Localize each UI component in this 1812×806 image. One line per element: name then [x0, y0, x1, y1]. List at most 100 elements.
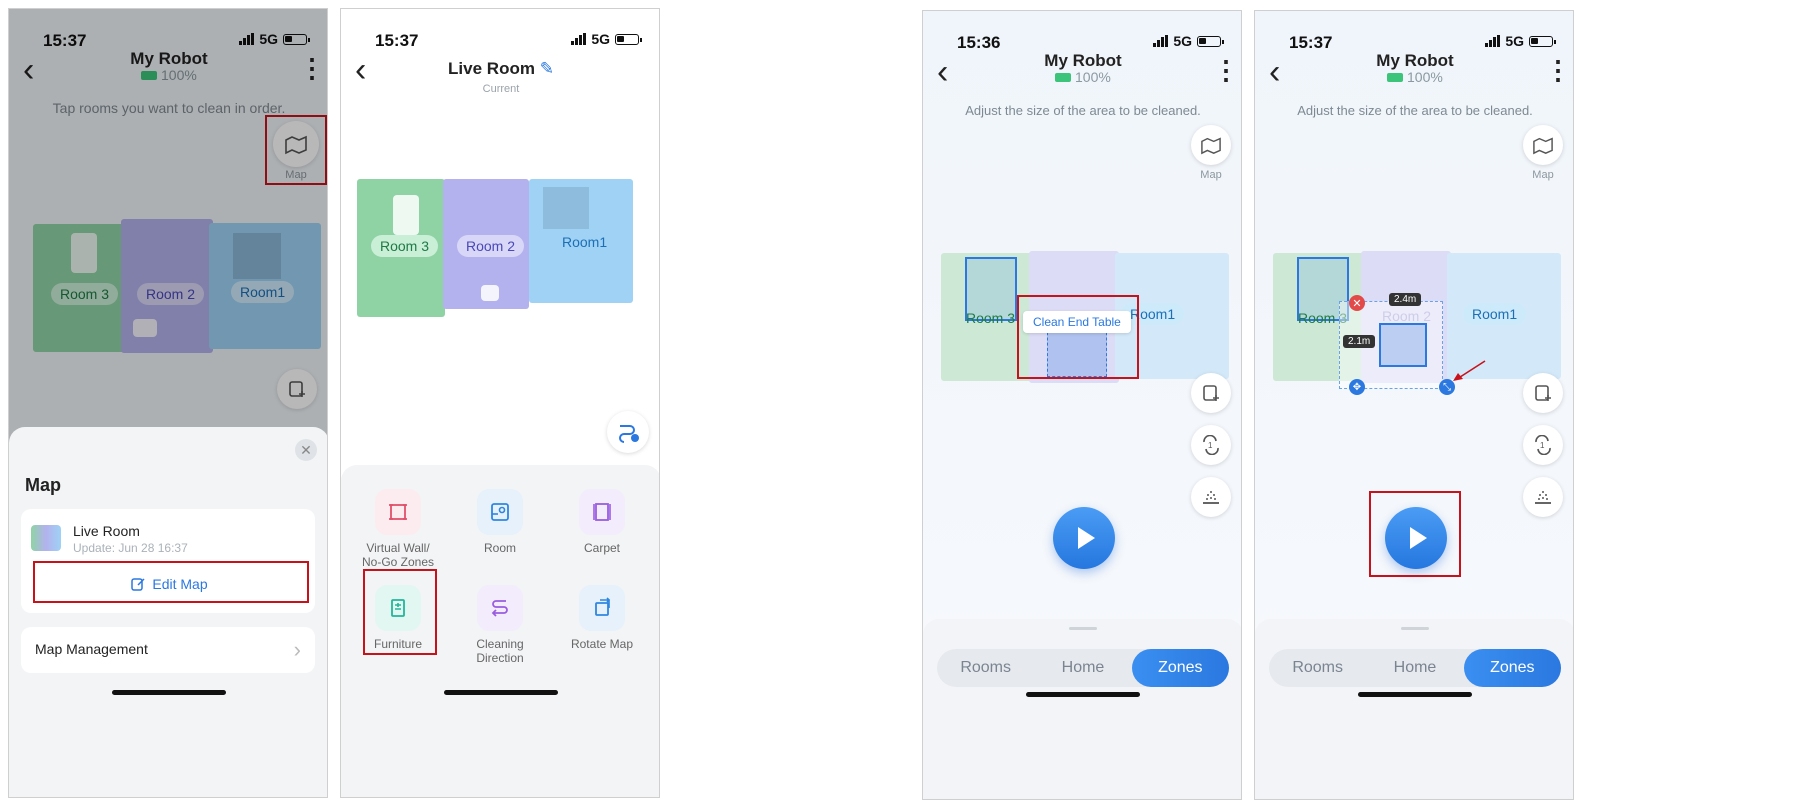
- add-zone-button[interactable]: [1523, 373, 1563, 413]
- add-zone-button[interactable]: [1191, 373, 1231, 413]
- tool-rotate-map[interactable]: Rotate Map: [561, 585, 643, 651]
- tool-label: Rotate Map: [570, 637, 634, 651]
- instruction-text: Adjust the size of the area to be cleane…: [965, 103, 1201, 118]
- tab-zones[interactable]: Zones: [1131, 649, 1229, 687]
- close-icon[interactable]: ✕: [295, 439, 317, 461]
- tool-label: Cleaning Direction: [476, 637, 524, 665]
- map-management-label: Map Management: [35, 641, 148, 657]
- more-options-icon[interactable]: ⋮: [1545, 57, 1571, 83]
- signal-bars-icon: [1485, 35, 1501, 47]
- map-button[interactable]: [1523, 125, 1563, 165]
- tool-label: Carpet: [583, 541, 621, 555]
- repeat-count-button[interactable]: 1: [1191, 425, 1231, 465]
- zone-height-label: 2.1m: [1343, 335, 1376, 348]
- virtual-wall-icon: [375, 489, 421, 535]
- rotate-map-icon: [579, 585, 625, 631]
- route-button[interactable]: [607, 411, 649, 453]
- repeat-icon: 1: [1203, 435, 1219, 455]
- more-options-icon[interactable]: ⋮: [1213, 57, 1239, 83]
- repeat-icon: 1: [1535, 435, 1551, 455]
- status-battery-icon: [615, 33, 642, 45]
- sheet-title: Map: [25, 475, 61, 495]
- status-time: 15:37: [375, 31, 419, 50]
- back-button[interactable]: ‹: [937, 55, 948, 89]
- rename-pencil-icon[interactable]: ✎: [540, 59, 554, 78]
- tab-home[interactable]: Home: [1366, 649, 1463, 687]
- tool-room[interactable]: Room: [459, 489, 541, 555]
- mode-panel: Rooms Home Zones: [1255, 619, 1573, 799]
- tab-rooms[interactable]: Rooms: [1269, 649, 1366, 687]
- svg-text:1: 1: [1540, 441, 1545, 450]
- floor-map[interactable]: Room 3 Room 2 Room1 2.4m 2.1m ✕ ✥ ⤡: [1273, 251, 1563, 395]
- furniture-sofa: [543, 187, 589, 229]
- tab-rooms[interactable]: Rooms: [937, 649, 1034, 687]
- instruction-text: Adjust the size of the area to be cleane…: [1297, 103, 1533, 118]
- room-label-2: Room 2: [457, 235, 525, 257]
- map-button[interactable]: [1191, 125, 1231, 165]
- drag-handle[interactable]: [1069, 627, 1097, 630]
- play-icon: [1078, 527, 1095, 549]
- zone-inner-selection[interactable]: [1379, 323, 1427, 367]
- status-bar: 15:37 5G: [341, 9, 659, 65]
- signal-indicator: 5G: [571, 31, 642, 47]
- status-battery-icon: [1529, 35, 1556, 47]
- signal-indicator: 5G: [1153, 33, 1224, 49]
- battery-level: 100%: [1075, 69, 1111, 85]
- map-update-time: Update: Jun 28 16:37: [73, 541, 188, 555]
- suction-icon: [1203, 491, 1219, 504]
- edit-tools-panel: Virtual Wall/ No-Go Zones Room Carpet Fu…: [341, 465, 659, 797]
- tool-label: Room: [483, 541, 516, 555]
- status-battery-icon: [1197, 35, 1224, 47]
- robot-battery: 100%: [1055, 69, 1111, 85]
- map-button-label: Map: [1532, 169, 1554, 181]
- tool-virtual-wall[interactable]: Virtual Wall/ No-Go Zones: [357, 489, 439, 569]
- mode-panel: Rooms Home Zones: [923, 619, 1241, 799]
- furniture-table: [481, 285, 499, 301]
- tab-home[interactable]: Home: [1034, 649, 1131, 687]
- phone-screen-edit-map: 15:37 5G ‹ Live Room ✎ Current Room 3 Ro…: [340, 8, 660, 798]
- add-zone-icon: [1535, 385, 1551, 401]
- suction-level-button[interactable]: [1191, 477, 1231, 517]
- repeat-count-button[interactable]: 1: [1523, 425, 1563, 465]
- tab-zones[interactable]: Zones: [1463, 649, 1561, 687]
- battery-icon: [1387, 72, 1403, 82]
- drag-handle[interactable]: [1401, 627, 1429, 630]
- tool-cleaning-direction[interactable]: Cleaning Direction: [459, 585, 541, 665]
- map-management-row[interactable]: Map Management ›: [21, 627, 315, 673]
- phone-screen-map-menu: 15:37 5G ‹ My Robot 100% ⋮ Tap rooms you…: [8, 8, 328, 798]
- home-indicator: [444, 690, 558, 695]
- floor-map[interactable]: Room 3 Room 2 Room1: [357, 179, 649, 319]
- battery-level: 100%: [1407, 69, 1443, 85]
- pointer-arrow-icon: [1453, 360, 1486, 381]
- start-cleaning-button[interactable]: [1053, 507, 1115, 569]
- room-label-1: Room1: [562, 234, 608, 250]
- suction-icon: [1535, 491, 1551, 504]
- route-icon: [619, 425, 639, 443]
- map-button-label: Map: [1200, 169, 1222, 181]
- highlight-end-table: [1017, 295, 1139, 379]
- map-icon: [1533, 137, 1553, 155]
- home-indicator: [112, 690, 226, 695]
- highlight-start-button: [1369, 491, 1461, 577]
- network-label: 5G: [1173, 33, 1192, 49]
- mode-tabs: Rooms Home Zones: [1269, 649, 1561, 687]
- page-title: Live Room ✎: [431, 59, 571, 79]
- network-label: 5G: [1505, 33, 1524, 49]
- add-zone-icon: [1203, 385, 1219, 401]
- status-time: 15:37: [1289, 33, 1333, 52]
- delete-zone-icon[interactable]: ✕: [1349, 295, 1365, 311]
- back-button[interactable]: ‹: [1269, 55, 1280, 89]
- signal-indicator: 5G: [1485, 33, 1556, 49]
- page-title: My Robot: [1376, 51, 1454, 70]
- suction-level-button[interactable]: [1523, 477, 1563, 517]
- chevron-right-icon: ›: [293, 637, 301, 662]
- signal-bars-icon: [1153, 35, 1169, 47]
- page-title: My Robot: [1044, 51, 1122, 70]
- tool-carpet[interactable]: Carpet: [561, 489, 643, 555]
- back-button[interactable]: ‹: [355, 53, 366, 87]
- signal-bars-icon: [571, 33, 587, 45]
- move-zone-icon[interactable]: ✥: [1349, 379, 1365, 395]
- status-time: 15:36: [957, 33, 1001, 52]
- cleaning-direction-icon: [477, 585, 523, 631]
- robot-battery: 100%: [1387, 69, 1443, 85]
